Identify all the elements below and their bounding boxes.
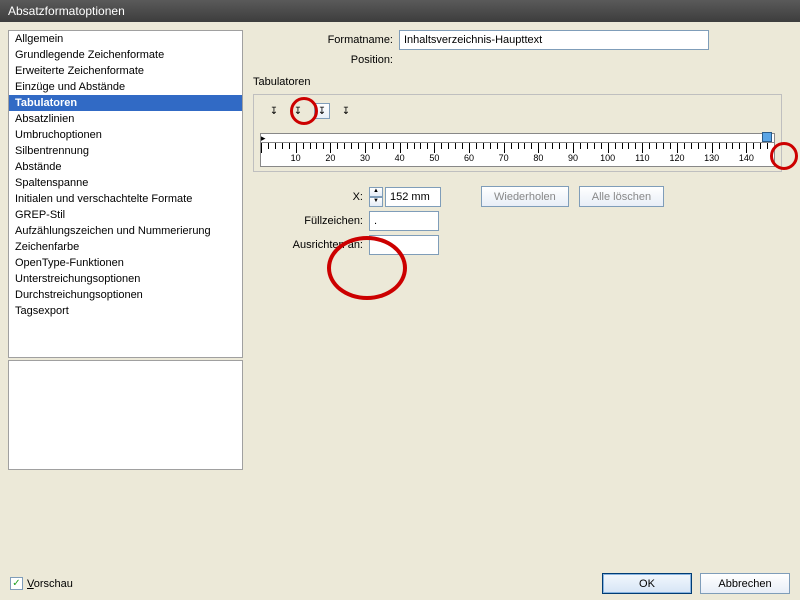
x-input[interactable] (385, 187, 441, 207)
sidebar-item-tagsexport[interactable]: Tagsexport (9, 303, 242, 319)
window-titlebar: Absatzformatoptionen (0, 0, 800, 22)
alignon-input[interactable] (369, 235, 439, 255)
sidebar-item-initialen[interactable]: Initialen und verschachtelte Formate (9, 191, 242, 207)
sidebar-item-grundlegende[interactable]: Grundlegende Zeichenformate (9, 47, 242, 63)
preview-checkbox[interactable]: ✓ VVorschauorschau (10, 577, 73, 590)
sidebar-item-absatzlinien[interactable]: Absatzlinien (9, 111, 242, 127)
sidebar-item-unterstreich[interactable]: Unterstreichungsoptionen (9, 271, 242, 287)
tab-align-center-icon[interactable]: ↧ (290, 103, 306, 119)
sidebar-item-allgemein[interactable]: Allgemein (9, 31, 242, 47)
formatname-input[interactable] (399, 30, 709, 50)
sidebar-item-opentype[interactable]: OpenType-Funktionen (9, 255, 242, 271)
position-label: Position: (253, 54, 393, 66)
preview-label: VVorschauorschau (27, 578, 73, 590)
sidebar-item-umbruch[interactable]: Umbruchoptionen (9, 127, 242, 143)
formatname-label: Formatname: (253, 34, 393, 46)
sidebar-item-abstaende[interactable]: Abstände (9, 159, 242, 175)
sidebar-item-spaltenspanne[interactable]: Spaltenspanne (9, 175, 242, 191)
x-spin-down[interactable]: ▼ (369, 197, 383, 207)
fillchar-label: Füllzeichen: (253, 215, 363, 227)
tab-align-right-icon[interactable]: ↧ (314, 103, 330, 119)
clear-all-button[interactable]: Alle löschen (579, 186, 664, 207)
alignon-label: Ausrichten an: (253, 239, 363, 251)
preview-box (8, 360, 243, 470)
checkbox-icon: ✓ (10, 577, 23, 590)
sidebar-item-erweiterte[interactable]: Erweiterte Zeichenformate (9, 63, 242, 79)
sidebar-item-tabulatoren[interactable]: Tabulatoren (9, 95, 242, 111)
ok-button[interactable]: OK (602, 573, 692, 594)
sidebar-item-grep[interactable]: GREP-Stil (9, 207, 242, 223)
tab-align-left-icon[interactable]: ↧ (266, 103, 282, 119)
category-sidebar: Allgemein Grundlegende Zeichenformate Er… (8, 30, 243, 358)
sidebar-item-durchstreich[interactable]: Durchstreichungsoptionen (9, 287, 242, 303)
sidebar-item-aufzaehlung[interactable]: Aufzählungszeichen und Nummerierung (9, 223, 242, 239)
sidebar-item-silbentrennung[interactable]: Silbentrennung (9, 143, 242, 159)
x-spin-up[interactable]: ▲ (369, 187, 383, 197)
tab-panel: ↧ ↧ ↧ ↧ ▸ 102030405060708090100110120130… (253, 94, 782, 172)
sidebar-item-einzuege[interactable]: Einzüge und Abstände (9, 79, 242, 95)
section-title: Tabulatoren (253, 76, 782, 88)
cancel-button[interactable]: Abbrechen (700, 573, 790, 594)
tab-align-decimal-icon[interactable]: ↧ (338, 103, 354, 119)
repeat-button[interactable]: Wiederholen (481, 186, 569, 207)
tab-stop-marker[interactable] (762, 132, 772, 142)
fillchar-input[interactable] (369, 211, 439, 231)
x-label: X: (253, 191, 363, 203)
sidebar-item-zeichenfarbe[interactable]: Zeichenfarbe (9, 239, 242, 255)
ruler[interactable]: ▸ 102030405060708090100110120130140150 (260, 133, 775, 167)
